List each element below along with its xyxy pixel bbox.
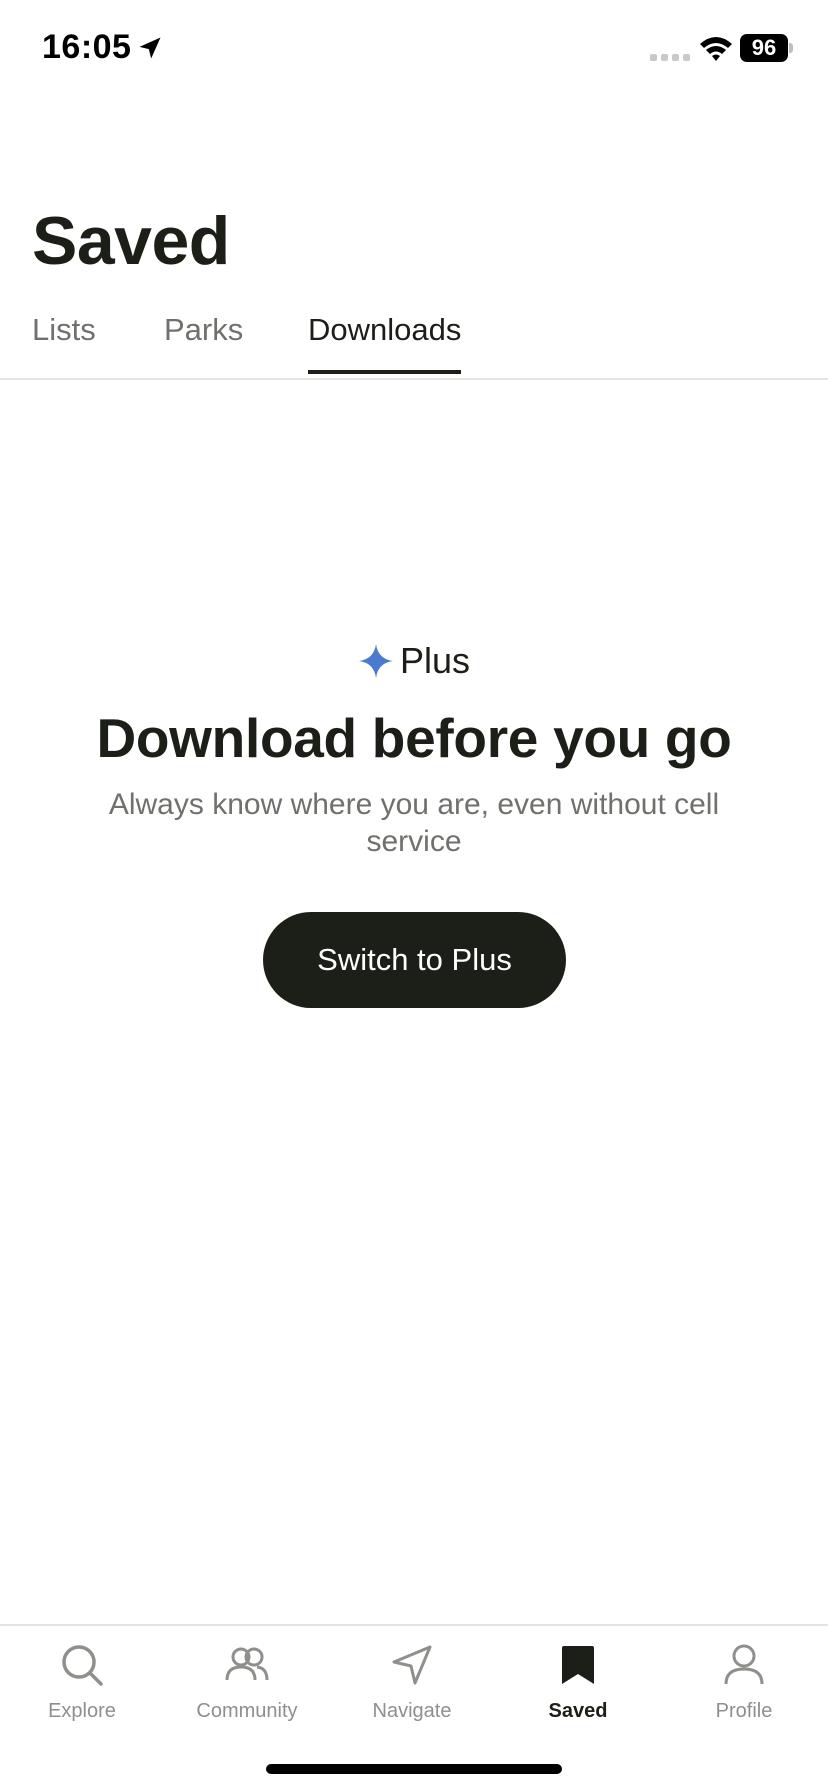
battery-level: 96 [751,35,777,60]
search-icon [62,1645,103,1686]
nav-community-label: Community [196,1700,298,1722]
signal-icon [650,54,690,61]
tab-downloads[interactable]: Downloads [308,312,462,374]
saved-tabs: Lists Parks Downloads [0,300,828,380]
nav-community[interactable]: Community [177,1642,317,1742]
tab-parks[interactable]: Parks [164,312,243,374]
nav-saved-label: Saved [548,1700,608,1722]
wifi-icon [700,37,732,61]
promo-subtitle: Always know where you are, even without … [108,788,720,858]
nav-explore-label: Explore [48,1700,116,1722]
tab-lists[interactable]: Lists [32,312,96,374]
battery-icon: 96 [740,34,788,62]
nav-profile-label: Profile [715,1700,773,1722]
person-icon [724,1644,764,1685]
plus-label: Plus [399,640,471,681]
switch-to-plus-button[interactable]: Switch to Plus [263,912,566,1008]
plus-badge: Plus [0,636,828,686]
navigate-arrow-icon [392,1645,432,1685]
saved-screen: 16:05 96 Saved Lists Parks Downloads Plu… [0,0,828,1792]
nav-navigate[interactable]: Navigate [342,1642,482,1742]
home-indicator [266,1764,562,1774]
nav-explore[interactable]: Explore [12,1642,152,1742]
people-icon [225,1647,269,1681]
status-bar: 16:05 96 [0,0,828,100]
nav-saved[interactable]: Saved [508,1642,648,1742]
page-title: Saved [32,203,230,279]
sparkle-icon [358,644,393,678]
status-time: 16:05 [42,28,132,66]
nav-navigate-label: Navigate [372,1700,452,1722]
bookmark-icon [562,1646,594,1684]
promo-heading: Download before you go [96,707,732,769]
location-arrow-icon [139,37,161,59]
nav-profile[interactable]: Profile [674,1642,814,1742]
battery-nub [789,43,793,53]
